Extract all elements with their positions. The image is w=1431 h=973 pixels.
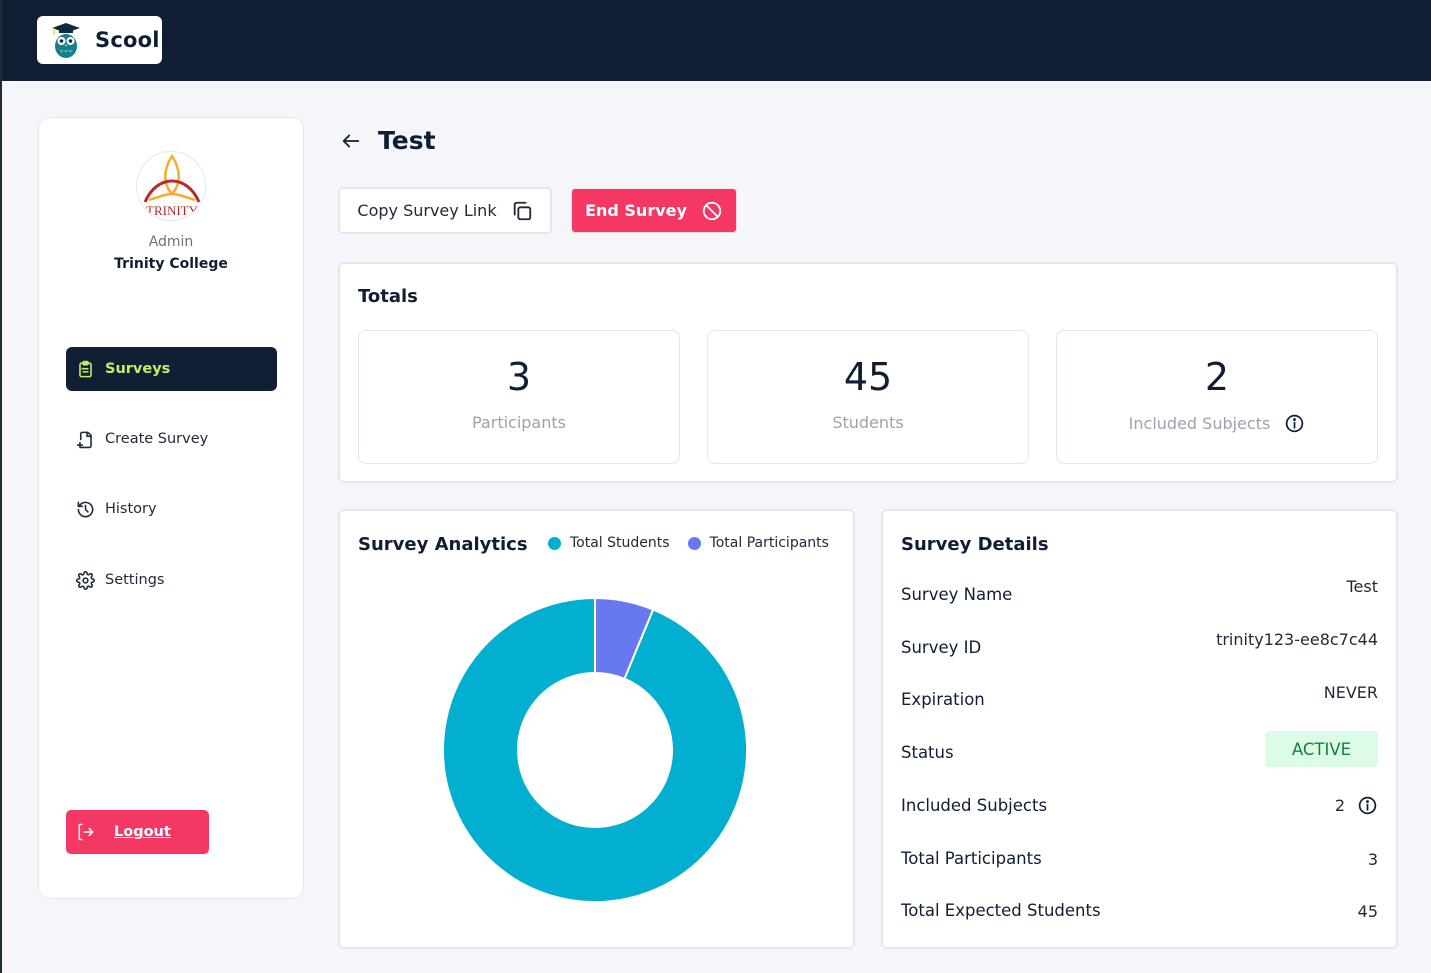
history-icon: [77, 501, 94, 517]
copy-icon: [513, 201, 531, 220]
sidebar-item-label: Surveys: [105, 361, 171, 377]
detail-value-expiration: NEVER: [1323, 683, 1378, 702]
sidebar-item-label: Settings: [105, 572, 165, 588]
logout-icon: [78, 823, 94, 841]
detail-label-included-subjects: Included Subjects: [901, 796, 1048, 815]
sidebar-item-create-survey[interactable]: Create Survey: [66, 417, 277, 461]
organization-name: Trinity College: [114, 256, 228, 272]
status-badge: ACTIVE: [1265, 731, 1378, 767]
survey-analytics-card: Survey Analytics Total Students Total Pa…: [338, 509, 855, 949]
sidebar-item-label: History: [105, 501, 157, 517]
end-survey-button[interactable]: End Survey: [571, 188, 737, 233]
detail-value-survey-name: Test: [1346, 577, 1378, 596]
top-bar: Scool: [2, 0, 1431, 81]
totals-title: Totals: [358, 286, 418, 307]
detail-label-survey-id: Survey ID: [901, 638, 982, 657]
detail-label-status: Status: [901, 743, 954, 762]
chart-legend: Total Students Total Participants: [548, 535, 829, 551]
analytics-title: Survey Analytics: [358, 534, 528, 555]
legend-dot: [687, 536, 701, 550]
user-role: Admin: [148, 234, 194, 250]
stat-label: Students: [832, 413, 904, 432]
ban-icon: [702, 201, 722, 220]
totals-card: Totals 3 Participants 45 Students 2 Incl…: [338, 262, 1398, 483]
stat-included-subjects: 2 Included Subjects: [1056, 330, 1378, 464]
stat-label: Included Subjects: [1128, 414, 1271, 433]
sidebar-item-label: Create Survey: [105, 431, 209, 447]
clipboard-list-icon: [79, 360, 92, 377]
detail-value-survey-id: trinity123-ee8c7c44: [1216, 630, 1378, 649]
info-icon[interactable]: [1357, 795, 1378, 816]
legend-label: Total Students: [570, 535, 670, 551]
donut-chart: [442, 596, 748, 903]
legend-item-total-students[interactable]: Total Students: [548, 535, 670, 551]
sidebar-item-settings[interactable]: Settings: [66, 558, 277, 602]
survey-details-card: Survey Details Survey Name Test Survey I…: [881, 509, 1398, 949]
page-title: Test: [378, 126, 436, 155]
trinity-logo-icon: TRINITY: [143, 153, 201, 218]
logout-label: Logout: [114, 824, 171, 840]
stat-label: Participants: [472, 413, 566, 432]
detail-label-total-participants: Total Participants: [901, 849, 1042, 868]
organization-avatar: TRINITY: [136, 151, 206, 221]
info-icon[interactable]: [1284, 413, 1305, 434]
brand-logo[interactable]: Scool: [37, 16, 162, 64]
detail-label-total-expected-students: Total Expected Students: [901, 901, 1101, 920]
file-plus-icon: [76, 431, 92, 448]
detail-label-expiration: Expiration: [901, 690, 985, 709]
back-arrow-icon[interactable]: [340, 130, 362, 152]
legend-label: Total Participants: [709, 535, 829, 551]
included-subjects-count: 2: [1334, 796, 1345, 815]
detail-value-included-subjects: 2: [1335, 795, 1378, 816]
end-survey-label: End Survey: [585, 201, 687, 220]
stat-value: 2: [1204, 355, 1230, 399]
detail-label-survey-name: Survey Name: [901, 585, 1013, 604]
details-title: Survey Details: [901, 534, 1049, 555]
stat-participants: 3 Participants: [358, 330, 680, 464]
page-header: Test: [340, 126, 436, 155]
sidebar-item-surveys[interactable]: Surveys: [66, 347, 277, 391]
svg-text:TRINITY: TRINITY: [146, 203, 199, 218]
gear-icon: [76, 570, 95, 590]
logout-button[interactable]: Logout: [66, 810, 209, 854]
owl-logo-icon: [52, 23, 80, 58]
detail-value-total-participants: 3: [1367, 850, 1378, 869]
stat-students: 45 Students: [707, 330, 1029, 464]
donut-slice-total-students[interactable]: [442, 596, 748, 903]
stat-value: 45: [843, 355, 893, 399]
sidebar-item-history[interactable]: History: [66, 487, 277, 531]
stat-value: 3: [506, 355, 532, 399]
legend-dot: [548, 536, 561, 550]
copy-survey-link-button[interactable]: Copy Survey Link: [338, 187, 552, 234]
brand-name: Scool: [95, 28, 160, 52]
legend-item-total-participants[interactable]: Total Participants: [687, 535, 829, 551]
sidebar: TRINITY Admin Trinity College Surveys Cr…: [38, 117, 304, 899]
detail-value-total-expected-students: 45: [1357, 902, 1378, 921]
copy-survey-link-label: Copy Survey Link: [357, 201, 497, 220]
